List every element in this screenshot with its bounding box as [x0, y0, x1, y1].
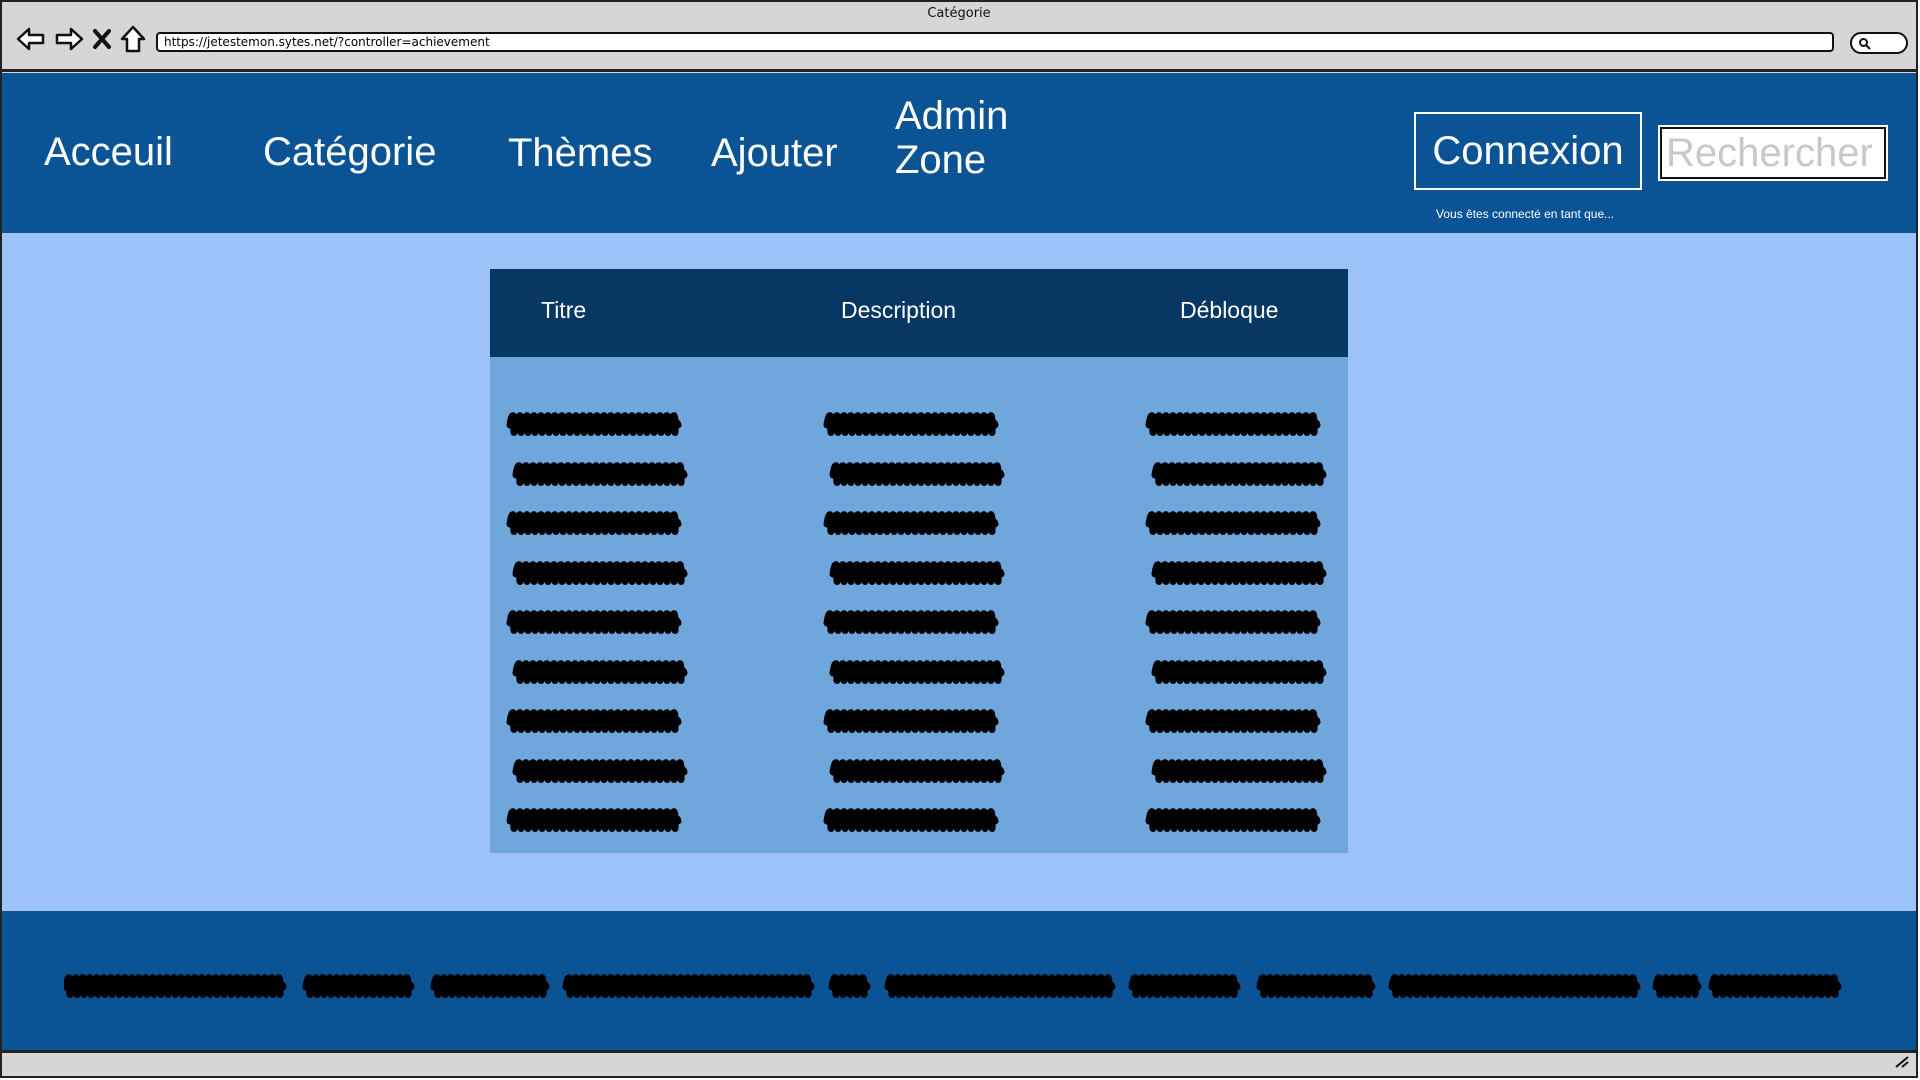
table-row-scribbles [506, 412, 1321, 436]
cell-debloque-scribble [1151, 659, 1327, 684]
table-header: Titre Description Débloque [490, 269, 1348, 357]
cell-description-scribble [823, 808, 999, 832]
table-row [490, 407, 1348, 441]
search-input[interactable] [1658, 125, 1888, 181]
footer-word-scribble [1388, 974, 1641, 998]
footer-word-scribble [1256, 974, 1376, 998]
cell-debloque-scribble [1151, 560, 1327, 585]
table-row-scribbles [506, 610, 1321, 634]
browser-search-box[interactable] [1850, 32, 1908, 54]
cell-description-scribble [823, 412, 999, 436]
nav-themes[interactable]: Thèmes [508, 131, 653, 175]
cell-description-scribble [823, 610, 999, 634]
nav-admin-zone[interactable]: Admin Zone [895, 94, 1035, 182]
column-header-titre: Titre [541, 297, 587, 323]
cell-description-scribble [829, 659, 1005, 684]
back-arrow-icon[interactable] [16, 26, 46, 52]
table-row-scribbles [512, 659, 1327, 684]
cell-titre-scribble [512, 758, 688, 783]
nav-ajouter[interactable]: Ajouter [711, 131, 838, 175]
cell-debloque-scribble [1151, 461, 1327, 486]
login-button[interactable]: Connexion [1414, 112, 1642, 190]
browser-chrome: Catégorie https://jetestemon.sytes.net/?… [2, 2, 1916, 72]
browser-status-bar [2, 1050, 1916, 1076]
table-row [490, 556, 1348, 590]
cell-debloque-scribble [1145, 412, 1321, 436]
cell-description-scribble [829, 758, 1005, 783]
table-row [490, 506, 1348, 540]
table-row [490, 457, 1348, 491]
cell-debloque-scribble [1145, 511, 1321, 535]
cell-debloque-scribble [1151, 758, 1327, 783]
cell-debloque-scribble [1145, 808, 1321, 832]
window-title: Catégorie [927, 6, 991, 21]
table-row [490, 803, 1348, 837]
footer-word-scribble [828, 974, 871, 998]
cell-description-scribble [823, 709, 999, 733]
table-row [490, 655, 1348, 689]
nav-categorie[interactable]: Catégorie [263, 130, 436, 174]
table-row [490, 704, 1348, 738]
table-row-scribbles [506, 511, 1321, 535]
table-row-scribbles [512, 560, 1327, 585]
forward-arrow-icon[interactable] [54, 26, 84, 52]
footer-word-scribble [562, 974, 815, 998]
cell-titre-scribble [512, 560, 688, 585]
table-row [490, 754, 1348, 788]
achievements-table: Titre Description Débloque [490, 269, 1348, 853]
cell-titre-scribble [506, 511, 682, 535]
column-header-description: Description [841, 297, 957, 323]
column-header-debloque: Débloque [1180, 297, 1279, 323]
cell-description-scribble [829, 461, 1005, 486]
footer-word-scribble [430, 974, 550, 998]
cell-debloque-scribble [1145, 709, 1321, 733]
table-row-scribbles [506, 709, 1321, 733]
close-icon[interactable] [92, 28, 112, 50]
nav-acceuil[interactable]: Acceuil [44, 130, 173, 174]
table-row-scribbles [506, 808, 1321, 832]
site-footer [2, 911, 1916, 1051]
footer-word-scribble [302, 974, 415, 998]
cell-titre-scribble [512, 461, 688, 486]
footer-text-scribble [64, 974, 1842, 998]
site-header: Acceuil Catégorie Thèmes Ajouter Admin Z… [2, 73, 1916, 233]
cell-description-scribble [829, 560, 1005, 585]
table-row-scribbles [512, 758, 1327, 783]
table-row-scribbles [512, 461, 1327, 486]
table-row [490, 605, 1348, 639]
cell-titre-scribble [512, 659, 688, 684]
cell-titre-scribble [506, 808, 682, 832]
browser-window: Catégorie https://jetestemon.sytes.net/?… [0, 0, 1918, 1078]
resize-grip-icon[interactable] [1894, 1053, 1910, 1072]
home-icon[interactable] [120, 25, 146, 53]
footer-word-scribble [1652, 974, 1702, 998]
browser-nav-controls [16, 24, 146, 54]
connected-status-text: Vous êtes connecté en tant que... [1436, 207, 1615, 221]
cell-description-scribble [823, 511, 999, 535]
footer-word-scribble [64, 974, 287, 998]
address-bar[interactable]: https://jetestemon.sytes.net/?controller… [156, 32, 1834, 52]
cell-titre-scribble [506, 709, 682, 733]
footer-word-scribble [1708, 974, 1842, 998]
main-content: Titre Description Débloque [2, 233, 1916, 911]
cell-titre-scribble [506, 610, 682, 634]
cell-debloque-scribble [1145, 610, 1321, 634]
cell-titre-scribble [506, 412, 682, 436]
footer-word-scribble [1128, 974, 1241, 998]
footer-word-scribble [884, 974, 1116, 998]
